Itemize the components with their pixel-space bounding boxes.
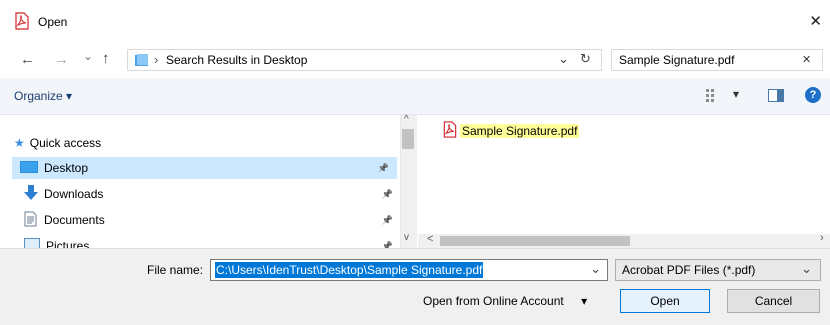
sidebar-item-label: Quick access xyxy=(29,136,102,150)
preview-pane-icon[interactable] xyxy=(768,89,784,105)
cancel-button[interactable]: Cancel xyxy=(727,289,820,313)
scroll-up-icon[interactable]: ^ xyxy=(404,114,409,125)
open-button[interactable]: Open xyxy=(620,289,710,313)
sidebar-item-downloads[interactable]: Downloads 📌 xyxy=(14,183,399,205)
command-bar: Organize ▾ ▾ ? xyxy=(0,78,830,115)
help-glyph: ? xyxy=(809,89,817,101)
search-folder-icon xyxy=(134,53,150,71)
filetype-value: Acrobat PDF Files (*.pdf) xyxy=(622,263,756,277)
sidebar-item-label: Documents xyxy=(44,213,105,227)
search-clear-icon[interactable]: ✕ xyxy=(802,53,811,66)
sidebar-item-label: Pictures xyxy=(46,239,90,248)
pdf-file-icon xyxy=(442,121,458,141)
address-bar[interactable]: › Search Results in Desktop ⌄ ↻ xyxy=(127,49,602,71)
desktop-icon xyxy=(20,160,38,177)
window-title: Open xyxy=(38,15,68,29)
scrollbar-thumb[interactable] xyxy=(402,129,414,149)
sidebar-item-documents[interactable]: Documents 📌 xyxy=(14,209,399,231)
help-icon[interactable]: ? xyxy=(805,87,821,103)
organize-label: Organize xyxy=(14,89,63,103)
results-pane: Sample Signature.pdf xyxy=(418,115,830,235)
bottom-panel: File name: C:\Users\IdenTrust\Desktop\Sa… xyxy=(0,248,830,325)
address-separator: › xyxy=(154,52,159,67)
horizontal-scrollbar-thumb[interactable] xyxy=(440,236,630,246)
open-online-label: Open from Online Account xyxy=(423,294,564,308)
pin-icon[interactable]: 📌 xyxy=(378,163,389,174)
filename-dropdown-icon[interactable]: ⌄ xyxy=(590,261,601,277)
organize-caret-icon: ▾ xyxy=(66,89,73,103)
sidebar-item-label: Downloads xyxy=(44,187,104,201)
search-input[interactable]: Sample Signature.pdf xyxy=(619,53,734,67)
refresh-icon[interactable]: ↻ xyxy=(580,51,591,67)
file-item-label: Sample Signature.pdf xyxy=(460,124,580,138)
sidebar-item-label: Desktop xyxy=(44,161,89,175)
scroll-left-icon[interactable]: < xyxy=(427,233,433,245)
online-caret-icon: ▾ xyxy=(581,294,588,308)
pin-icon[interactable]: 📌 xyxy=(382,241,393,249)
address-dropdown-icon[interactable]: ⌄ xyxy=(558,51,569,67)
forward-icon[interactable]: → xyxy=(54,51,69,68)
address-text: Search Results in Desktop xyxy=(166,53,308,67)
filename-label: File name: xyxy=(147,263,204,277)
organize-button[interactable]: Organize ▾ xyxy=(14,89,72,103)
file-item[interactable]: Sample Signature.pdf xyxy=(442,120,580,142)
pictures-icon xyxy=(24,238,40,248)
view-options-icon[interactable] xyxy=(706,89,722,106)
scroll-right-icon[interactable]: › xyxy=(820,232,824,244)
pin-icon[interactable]: 📌 xyxy=(382,215,393,226)
title-bar: Open ✕ xyxy=(0,0,830,44)
open-online-account-button[interactable]: Open from Online Account ▾ xyxy=(423,294,587,308)
filetype-select[interactable]: Acrobat PDF Files (*.pdf) ⌄ xyxy=(615,259,821,281)
back-icon[interactable]: ← xyxy=(20,51,35,68)
close-icon[interactable]: ✕ xyxy=(809,12,822,30)
navigation-pane: ★ Quick access Desktop 📌 Downloads 📌 Doc… xyxy=(0,115,400,248)
filename-combobox[interactable]: C:\Users\IdenTrust\Desktop\Sample Signat… xyxy=(210,259,608,281)
up-icon[interactable]: ↑ xyxy=(102,50,110,67)
sidebar-item-quick-access[interactable]: ★ Quick access xyxy=(14,132,399,154)
sidebar-item-desktop[interactable]: Desktop 📌 xyxy=(12,157,397,179)
scroll-down-icon[interactable]: v xyxy=(404,232,409,243)
document-icon xyxy=(24,211,37,230)
sidebar-item-pictures[interactable]: Pictures 📌 xyxy=(14,235,399,248)
download-arrow-icon xyxy=(24,184,38,204)
open-dialog: Open ✕ ← → ⌄ ↑ › Search Results in Deskt… xyxy=(0,0,830,325)
recent-locations-icon[interactable]: ⌄ xyxy=(83,49,93,63)
view-caret-icon[interactable]: ▾ xyxy=(733,87,739,101)
filetype-dropdown-icon: ⌄ xyxy=(801,261,812,276)
cancel-label: Cancel xyxy=(754,294,793,308)
pdf-app-icon xyxy=(14,12,30,33)
open-label: Open xyxy=(650,294,680,308)
search-box[interactable]: Sample Signature.pdf ✕ xyxy=(611,49,823,71)
pin-icon[interactable]: 📌 xyxy=(382,189,393,200)
star-icon: ★ xyxy=(14,136,25,150)
filename-input[interactable]: C:\Users\IdenTrust\Desktop\Sample Signat… xyxy=(215,262,484,278)
